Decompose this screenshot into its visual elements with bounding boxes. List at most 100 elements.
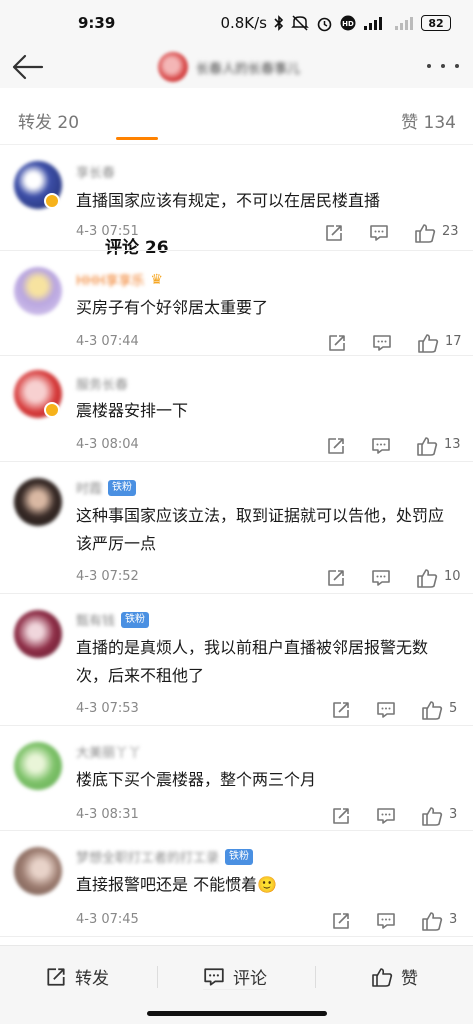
username[interactable]: 服务长春 — [76, 374, 128, 393]
reply-icon[interactable] — [372, 333, 392, 353]
avatar[interactable] — [14, 478, 62, 526]
reply-icon[interactable] — [371, 436, 391, 456]
author-avatar[interactable] — [158, 52, 188, 82]
like-icon[interactable] — [421, 699, 443, 721]
like-label: 赞 — [401, 969, 418, 989]
status-icons: 0.8K/s HD 82 — [220, 14, 451, 32]
back-arrow-icon — [12, 54, 44, 80]
tab-reposts[interactable]: 转发 20 — [18, 108, 79, 133]
avatar[interactable] — [14, 610, 62, 658]
comment-time: 4-3 08:04 — [76, 437, 139, 452]
battery-icon: 82 — [421, 15, 451, 31]
author-name[interactable]: 长春人的长春事儿 — [196, 58, 300, 77]
fan-badge: 铁粉 — [108, 479, 137, 496]
fan-badge: 铁粉 — [225, 848, 254, 865]
net-speed: 0.8K/s — [220, 14, 267, 32]
comment-item: 大美丽丫丫 楼底下买个震楼器，整个两三个月 4-3 08:31 3 — [0, 726, 473, 831]
like-count: 5 — [449, 701, 458, 716]
share-icon[interactable] — [331, 911, 351, 931]
repost-button[interactable]: 转发 — [45, 964, 109, 989]
home-indicator[interactable] — [147, 1011, 327, 1016]
comment-time: 4-3 07:44 — [76, 334, 139, 349]
username[interactable]: 享长春 — [76, 162, 115, 181]
fan-badge: 铁粉 — [121, 611, 150, 628]
hd-icon: HD — [340, 15, 356, 31]
comment-time: 4-3 07:45 — [76, 912, 139, 927]
share-icon[interactable] — [326, 436, 346, 456]
like-icon[interactable] — [416, 435, 438, 457]
share-icon[interactable] — [324, 223, 344, 243]
comment-time: 4-3 08:31 — [76, 807, 139, 822]
like-count: 10 — [444, 569, 461, 584]
like-icon[interactable] — [417, 332, 439, 354]
reply-icon[interactable] — [376, 806, 396, 826]
signal-icon — [364, 17, 382, 30]
active-tab-indicator — [116, 137, 158, 140]
more-dots-icon — [427, 64, 431, 68]
like-count: 3 — [449, 912, 458, 927]
like-button[interactable]: 赞 — [371, 964, 418, 989]
repost-label: 转发 — [75, 969, 109, 989]
status-bar: 9:39 0.8K/s HD 82 — [0, 0, 473, 48]
comment-icon — [204, 967, 224, 986]
comment-item: 享长春 直播国家应该有规定，不可以在居民楼直播 4-3 07:51 23 — [0, 145, 473, 251]
avatar[interactable] — [14, 742, 62, 790]
comment-item: 甄有钱 铁粉 直播的是真烦人，我以前租户直播被邻居报警无数次，后来不租他了 4-… — [0, 594, 473, 726]
share-icon[interactable] — [331, 700, 351, 720]
share-icon — [47, 967, 65, 986]
status-time: 9:39 — [78, 14, 116, 32]
bluetooth-icon — [274, 15, 284, 31]
comment-text: 楼底下买个震楼器，整个两三个月 — [76, 770, 317, 789]
mute-icon — [291, 15, 309, 31]
username[interactable]: HHH享享乐 — [76, 270, 144, 289]
wifi-icon — [395, 17, 413, 30]
like-count: 17 — [445, 334, 462, 349]
like-icon[interactable] — [421, 805, 443, 827]
share-icon[interactable] — [327, 333, 347, 353]
like-count: 13 — [444, 437, 461, 452]
comment-time: 4-3 07:52 — [76, 569, 139, 584]
comment-text: 买房子有个好邻居太重要了 — [76, 298, 269, 317]
divider — [315, 966, 316, 988]
share-icon[interactable] — [331, 806, 351, 826]
avatar[interactable] — [14, 847, 62, 895]
comment-item: HHH享享乐 ♛ 买房子有个好邻居太重要了 4-3 07:44 17 — [0, 251, 473, 356]
like-icon — [372, 967, 393, 987]
more-button[interactable] — [427, 54, 459, 78]
reply-icon[interactable] — [376, 700, 396, 720]
like-icon[interactable] — [416, 567, 438, 589]
divider — [157, 966, 158, 988]
like-count: 23 — [442, 224, 459, 239]
comment-list: 享长春 直播国家应该有规定，不可以在居民楼直播 4-3 07:51 23 HHH… — [0, 145, 473, 937]
username[interactable]: 梦想全职打工者的打工录 — [76, 847, 219, 866]
comment-text: 这种事国家应该立法，取到证据就可以告他，处罚应该严厉一点 — [76, 506, 445, 553]
avatar[interactable] — [14, 267, 62, 315]
post-author[interactable]: 长春人的长春事儿 — [158, 52, 300, 82]
reply-icon[interactable] — [369, 223, 389, 243]
comment-button[interactable]: 评论 — [203, 964, 267, 990]
back-button[interactable] — [10, 50, 46, 84]
comment-time: 4-3 07:51 — [76, 224, 139, 239]
username[interactable]: 时霞 — [76, 478, 102, 497]
comment-text: 直播国家应该有规定，不可以在居民楼直播 — [76, 191, 381, 210]
like-icon[interactable] — [414, 222, 436, 244]
username[interactable]: 大美丽丫丫 — [76, 742, 141, 761]
username[interactable]: 甄有钱 — [76, 610, 115, 629]
share-icon[interactable] — [326, 568, 346, 588]
like-count: 3 — [449, 807, 458, 822]
comment-item: 梦想全职打工者的打工录 铁粉 直接报警吧还是 不能惯着🙂 4-3 07:45 3 — [0, 831, 473, 937]
comment-item: 服务长春 震楼器安排一下 4-3 08:04 13 — [0, 356, 473, 462]
alarm-icon — [317, 17, 332, 31]
tab-likes[interactable]: 赞 134 — [401, 108, 456, 133]
comment-time: 4-3 07:53 — [76, 701, 139, 716]
comment-text: 直播的是真烦人，我以前租户直播被邻居报警无数次，后来不租他了 — [76, 638, 429, 685]
crown-icon: ♛ — [150, 271, 163, 288]
reply-icon[interactable] — [371, 568, 391, 588]
svg-text:HD: HD — [342, 20, 354, 28]
comment-text: 震楼器安排一下 — [76, 401, 189, 420]
reply-icon[interactable] — [376, 911, 396, 931]
top-nav-bar: 长春人的长春事儿 — [0, 48, 473, 88]
verified-badge — [44, 402, 60, 418]
tab-bar: 转发 20 评论 26 赞 134 — [0, 88, 473, 258]
like-icon[interactable] — [421, 910, 443, 932]
